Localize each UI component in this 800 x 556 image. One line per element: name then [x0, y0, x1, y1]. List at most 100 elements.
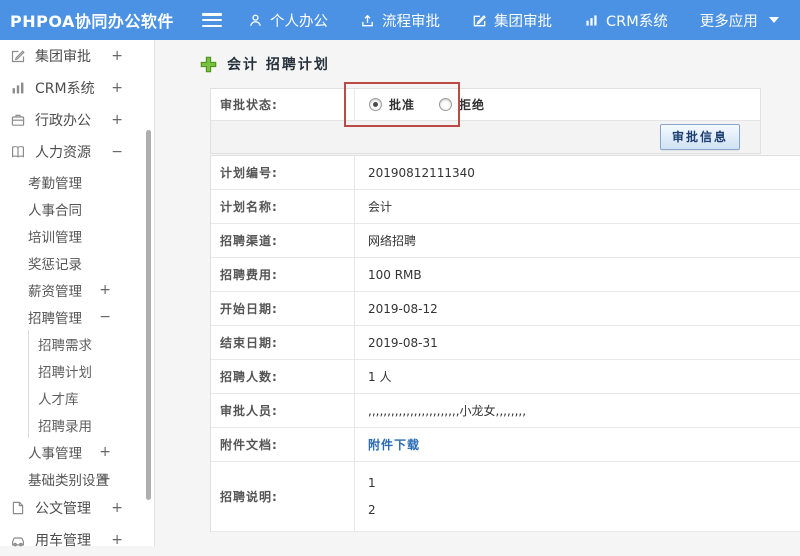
approval-panel: 审批状态: 批准 拒绝 审批信息: [210, 88, 761, 154]
menu-toggle-icon[interactable]: [202, 13, 222, 27]
sidebar-item-label: 用车管理: [35, 533, 91, 549]
sidebar-item-label: 人力资源: [35, 145, 91, 161]
expand-icon[interactable]: +: [111, 500, 123, 516]
field-value: 会计: [368, 200, 393, 214]
sidebar-item-rewards[interactable]: 奖惩记录: [0, 249, 154, 276]
radio-option[interactable]: 批准: [369, 96, 415, 113]
sidebar-item-documents[interactable]: 公文管理 +: [0, 492, 154, 524]
edit-square-icon: [472, 13, 487, 28]
sidebar-item-label: 招聘管理: [28, 310, 82, 327]
sidebar-item-label: 基础类别设置: [28, 472, 109, 489]
field-value: 2019-08-31: [368, 335, 438, 350]
sidebar-item-training[interactable]: 培训管理: [0, 222, 154, 249]
field-label: 结束日期:: [211, 326, 355, 359]
sidebar-item-human-resources[interactable]: 人力资源 −: [0, 136, 154, 168]
sidebar-item-crm-system[interactable]: CRM系统 +: [0, 72, 154, 104]
nav-item-crm-system[interactable]: CRM系统: [584, 10, 668, 31]
bar-chart-icon: [584, 13, 599, 28]
caret-down-icon: [768, 17, 779, 23]
expand-icon[interactable]: +: [111, 112, 123, 128]
sidebar-item-label: 公文管理: [35, 501, 91, 517]
field-row: 计划名称: 会计: [211, 190, 800, 224]
nav-item-more-apps[interactable]: 更多应用: [700, 10, 779, 31]
sidebar-item-label: 培训管理: [28, 229, 82, 246]
sidebar-item-label: 人事管理: [28, 445, 82, 462]
attachment-download-link[interactable]: 附件下载: [368, 436, 420, 453]
sidebar-item-base-category[interactable]: 基础类别设置 +: [0, 465, 154, 492]
bar-chart-icon: [10, 80, 26, 96]
sidebar-item-label: 人事合同: [28, 202, 82, 219]
expand-icon[interactable]: +: [111, 80, 123, 96]
nav-item-label: 更多应用: [699, 13, 758, 30]
field-label: 招聘说明:: [211, 462, 355, 531]
sidebar-item-recruit-hire[interactable]: 招聘录用: [28, 411, 154, 438]
expand-icon[interactable]: +: [99, 444, 111, 460]
nav-item-label: 流程审批: [382, 13, 440, 30]
sidebar-item-vehicles[interactable]: 用车管理 +: [0, 524, 154, 556]
approval-status-row: 审批状态: 批准 拒绝: [211, 89, 760, 121]
nav-item-group-approval[interactable]: 集团审批: [472, 10, 552, 31]
approval-button-row: 审批信息: [211, 121, 760, 153]
sidebar-item-salary[interactable]: 薪资管理 +: [0, 276, 154, 303]
radio-option-label: 批准: [389, 98, 416, 112]
field-value: 2019-08-12: [368, 301, 438, 316]
field-value: 附件下载: [355, 428, 800, 461]
sidebar-item-label: 行政办公: [35, 113, 91, 129]
approval-info-button[interactable]: 审批信息: [659, 124, 740, 150]
sidebar-item-group-approval[interactable]: 集团审批 +: [0, 40, 154, 72]
sidebar-item-label: 人才库: [38, 391, 79, 408]
nav-item-label: 集团审批: [494, 13, 552, 30]
expand-icon[interactable]: +: [99, 282, 111, 298]
field-value-line: 2: [368, 503, 376, 517]
field-row: 招聘费用: 100 RMB: [211, 258, 800, 292]
sidebar: 集团审批 + CRM系统 + 行政办公 + 人力资源 − 考勤管理 人事合同 培…: [0, 40, 155, 549]
expand-icon[interactable]: +: [111, 48, 123, 64]
nav-item-process-approval[interactable]: 流程审批: [360, 10, 440, 31]
radio-option[interactable]: 拒绝: [439, 96, 485, 113]
sidebar-item-recruit-plan[interactable]: 招聘计划: [28, 357, 154, 384]
sidebar-item-label: 薪资管理: [28, 283, 82, 300]
field-label: 审批人员:: [211, 394, 355, 427]
nav-item-personal-office[interactable]: 个人办公: [248, 10, 328, 31]
sidebar-item-recruit-demand[interactable]: 招聘需求: [28, 330, 154, 357]
page-title-row: 会计 招聘计划: [200, 54, 330, 74]
add-icon: [200, 56, 217, 73]
sidebar-item-label: 招聘录用: [38, 418, 92, 435]
collapse-icon[interactable]: −: [111, 144, 123, 160]
radio-button-icon[interactable]: [439, 98, 453, 111]
approval-radio-group: 批准 拒绝: [355, 89, 760, 120]
sidebar-item-talent-pool[interactable]: 人才库: [28, 384, 154, 411]
sidebar-item-personnel[interactable]: 人事管理 +: [0, 438, 154, 465]
field-label: 招聘费用:: [211, 258, 355, 291]
field-value: 12: [355, 462, 800, 531]
field-row: 招聘说明: 12: [211, 462, 800, 532]
field-label: 招聘渠道:: [211, 224, 355, 257]
field-value: ,,,,,,,,,,,,,,,,,,,,,,,,小龙女,,,,,,,,: [368, 404, 527, 418]
sidebar-scrollbar[interactable]: [146, 130, 151, 500]
upload-icon: [360, 13, 375, 28]
field-row: 计划编号: 20190812111340: [211, 156, 800, 190]
user-icon: [248, 13, 263, 28]
sidebar-item-label: 奖惩记录: [28, 256, 82, 273]
field-value: 20190812111340: [368, 165, 475, 180]
field-row: 招聘人数: 1 人: [211, 360, 800, 394]
sidebar-item-hr-contract[interactable]: 人事合同: [0, 195, 154, 222]
main-content: 会计 招聘计划 审批状态: 批准 拒绝 审批信息 计划编号: 201908121…: [156, 40, 800, 546]
sidebar-item-label: 招聘计划: [38, 364, 92, 381]
collapse-icon[interactable]: −: [99, 309, 111, 325]
expand-icon[interactable]: +: [99, 471, 111, 487]
document-icon: [10, 500, 26, 516]
sidebar-item-admin-office[interactable]: 行政办公 +: [0, 104, 154, 136]
sidebar-item-label: 集团审批: [35, 49, 91, 65]
field-label: 计划名称:: [211, 190, 355, 223]
book-icon: [10, 144, 26, 160]
field-label: 计划编号:: [211, 156, 355, 189]
briefcase-icon: [10, 112, 26, 128]
field-label: 招聘人数:: [211, 360, 355, 393]
app-logo: PHPOA协同办公软件: [10, 12, 174, 31]
field-value: 网络招聘: [368, 234, 417, 248]
radio-button-icon[interactable]: [369, 98, 382, 111]
top-header: PHPOA协同办公软件 个人办公 流程审批 集团审批 CRM系统 更多应用: [0, 0, 800, 40]
sidebar-item-attendance[interactable]: 考勤管理: [0, 168, 154, 195]
sidebar-item-recruitment[interactable]: 招聘管理 −: [0, 303, 154, 330]
